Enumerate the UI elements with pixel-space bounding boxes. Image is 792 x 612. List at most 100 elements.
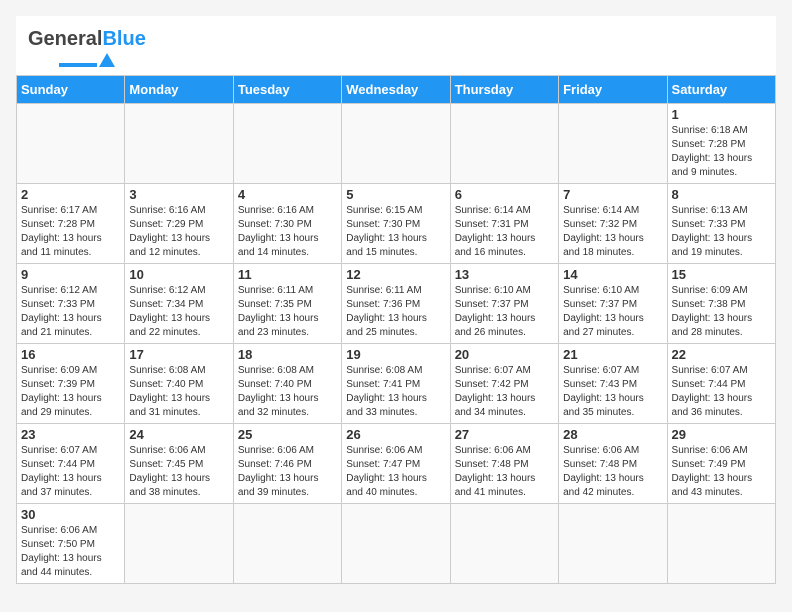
cell-info: Sunrise: 6:10 AM Sunset: 7:37 PM Dayligh… [563,284,662,340]
day-number: 26 [346,427,445,442]
calendar-cell: 29 Sunrise: 6:06 AM Sunset: 7:49 PM Dayli… [667,424,775,504]
cell-info: Sunrise: 6:15 AM Sunset: 7:30 PM Dayligh… [346,204,445,260]
calendar-cell: 27Sunrise: 6:06 AM Sunset: 7:48 PM Dayli… [450,424,558,504]
day-number: 17 [129,347,228,362]
header: General Blue [16,16,776,75]
cell-info: Sunrise: 6:16 AM Sunset: 7:30 PM Dayligh… [238,204,337,260]
weekday-header-thursday: Thursday [450,76,558,104]
day-number: 21 [563,347,662,362]
day-number: 23 [21,427,120,442]
day-number: 8 [672,187,771,202]
calendar-cell: 16 Sunrise: 6:09 AM Sunset: 7:39 PM Dayli… [17,344,125,424]
cell-info: Sunrise: 6:06 AM Sunset: 7:50 PM Dayligh… [21,524,120,580]
calendar-cell [233,104,341,184]
calendar-cell [342,104,450,184]
weekday-header-saturday: Saturday [667,76,775,104]
weekday-header-sunday: Sunday [17,76,125,104]
day-number: 30 [21,507,120,522]
day-number: 1 [672,107,771,122]
calendar-cell [233,504,341,584]
day-number: 13 [455,267,554,282]
calendar-cell: 30 Sunrise: 6:06 AM Sunset: 7:50 PM Dayli… [17,504,125,584]
calendar-cell: 15Sunrise: 6:09 AM Sunset: 7:38 PM Dayli… [667,264,775,344]
day-number: 6 [455,187,554,202]
calendar-cell: 12 Sunrise: 6:11 AM Sunset: 7:36 PM Dayli… [342,264,450,344]
day-number: 29 [672,427,771,442]
calendar-cell: 8 Sunrise: 6:13 AM Sunset: 7:33 PM Daylig… [667,184,775,264]
calendar-cell: 25 Sunrise: 6:06 AM Sunset: 7:46 PM Dayli… [233,424,341,504]
day-number: 14 [563,267,662,282]
cell-info: Sunrise: 6:07 AM Sunset: 7:44 PM Dayligh… [672,364,771,420]
cell-info: Sunrise: 6:14 AM Sunset: 7:31 PM Dayligh… [455,204,554,260]
cell-info: Sunrise: 6:17 AM Sunset: 7:28 PM Dayligh… [21,204,120,260]
calendar-cell: 10Sunrise: 6:12 AM Sunset: 7:34 PM Dayli… [125,264,233,344]
cell-info: Sunrise: 6:06 AM Sunset: 7:46 PM Dayligh… [238,444,337,500]
calendar-cell: 21 Sunrise: 6:07 AM Sunset: 7:43 PM Dayli… [559,344,667,424]
day-number: 27 [455,427,554,442]
cell-info: Sunrise: 6:12 AM Sunset: 7:33 PM Dayligh… [21,284,120,340]
calendar-cell: 4Sunrise: 6:16 AM Sunset: 7:30 PM Daylig… [233,184,341,264]
calendar-cell: 13Sunrise: 6:10 AM Sunset: 7:37 PM Dayli… [450,264,558,344]
calendar-cell: 24 Sunrise: 6:06 AM Sunset: 7:45 PM Dayli… [125,424,233,504]
calendar-cell: 6 Sunrise: 6:14 AM Sunset: 7:31 PM Daylig… [450,184,558,264]
day-number: 19 [346,347,445,362]
day-number: 25 [238,427,337,442]
cell-info: Sunrise: 6:06 AM Sunset: 7:45 PM Dayligh… [129,444,228,500]
calendar-cell: 3 Sunrise: 6:16 AM Sunset: 7:29 PM Daylig… [125,184,233,264]
calendar-cell: 26 Sunrise: 6:06 AM Sunset: 7:47 PM Dayli… [342,424,450,504]
cell-info: Sunrise: 6:11 AM Sunset: 7:36 PM Dayligh… [346,284,445,340]
calendar-cell: 28Sunrise: 6:06 AM Sunset: 7:48 PM Dayli… [559,424,667,504]
calendar-cell: 19Sunrise: 6:08 AM Sunset: 7:41 PM Dayli… [342,344,450,424]
calendar-cell [450,504,558,584]
calendar-cell [125,504,233,584]
weekday-header-wednesday: Wednesday [342,76,450,104]
day-number: 11 [238,267,337,282]
cell-info: Sunrise: 6:13 AM Sunset: 7:33 PM Dayligh… [672,204,771,260]
cell-info: Sunrise: 6:11 AM Sunset: 7:35 PM Dayligh… [238,284,337,340]
cell-info: Sunrise: 6:06 AM Sunset: 7:49 PM Dayligh… [672,444,771,500]
cell-info: Sunrise: 6:09 AM Sunset: 7:39 PM Dayligh… [21,364,120,420]
calendar-cell [342,504,450,584]
day-number: 28 [563,427,662,442]
day-number: 2 [21,187,120,202]
day-number: 16 [21,347,120,362]
cell-info: Sunrise: 6:08 AM Sunset: 7:40 PM Dayligh… [238,364,337,420]
calendar-cell [450,104,558,184]
week-row-2: 9 Sunrise: 6:12 AM Sunset: 7:33 PM Daylig… [17,264,776,344]
calendar-cell: 22Sunrise: 6:07 AM Sunset: 7:44 PM Dayli… [667,344,775,424]
week-row-3: 16 Sunrise: 6:09 AM Sunset: 7:39 PM Dayli… [17,344,776,424]
cell-info: Sunrise: 6:16 AM Sunset: 7:29 PM Dayligh… [129,204,228,260]
week-row-0: 1Sunrise: 6:18 AM Sunset: 7:28 PM Daylig… [17,104,776,184]
logo: General Blue [28,28,146,67]
calendar-cell: 1Sunrise: 6:18 AM Sunset: 7:28 PM Daylig… [667,104,775,184]
weekday-header-friday: Friday [559,76,667,104]
day-number: 18 [238,347,337,362]
cell-info: Sunrise: 6:14 AM Sunset: 7:32 PM Dayligh… [563,204,662,260]
day-number: 24 [129,427,228,442]
day-number: 7 [563,187,662,202]
calendar-cell [667,504,775,584]
calendar-cell: 17 Sunrise: 6:08 AM Sunset: 7:40 PM Dayli… [125,344,233,424]
cell-info: Sunrise: 6:08 AM Sunset: 7:40 PM Dayligh… [129,364,228,420]
week-row-5: 30 Sunrise: 6:06 AM Sunset: 7:50 PM Dayli… [17,504,776,584]
calendar-cell [559,504,667,584]
day-number: 5 [346,187,445,202]
calendar-page: General Blue SundayMondayTuesdayWednesda… [16,16,776,584]
cell-info: Sunrise: 6:07 AM Sunset: 7:42 PM Dayligh… [455,364,554,420]
calendar-cell: 14 Sunrise: 6:10 AM Sunset: 7:37 PM Dayli… [559,264,667,344]
cell-info: Sunrise: 6:06 AM Sunset: 7:47 PM Dayligh… [346,444,445,500]
calendar-table: SundayMondayTuesdayWednesdayThursdayFrid… [16,75,776,584]
calendar-cell: 7 Sunrise: 6:14 AM Sunset: 7:32 PM Daylig… [559,184,667,264]
day-number: 9 [21,267,120,282]
weekday-header-row: SundayMondayTuesdayWednesdayThursdayFrid… [17,76,776,104]
day-number: 12 [346,267,445,282]
cell-info: Sunrise: 6:09 AM Sunset: 7:38 PM Dayligh… [672,284,771,340]
calendar-cell [17,104,125,184]
calendar-cell: 2 Sunrise: 6:17 AM Sunset: 7:28 PM Daylig… [17,184,125,264]
calendar-cell: 9 Sunrise: 6:12 AM Sunset: 7:33 PM Daylig… [17,264,125,344]
calendar-cell [559,104,667,184]
day-number: 3 [129,187,228,202]
calendar-cell [125,104,233,184]
cell-info: Sunrise: 6:07 AM Sunset: 7:43 PM Dayligh… [563,364,662,420]
calendar-cell: 18 Sunrise: 6:08 AM Sunset: 7:40 PM Dayli… [233,344,341,424]
